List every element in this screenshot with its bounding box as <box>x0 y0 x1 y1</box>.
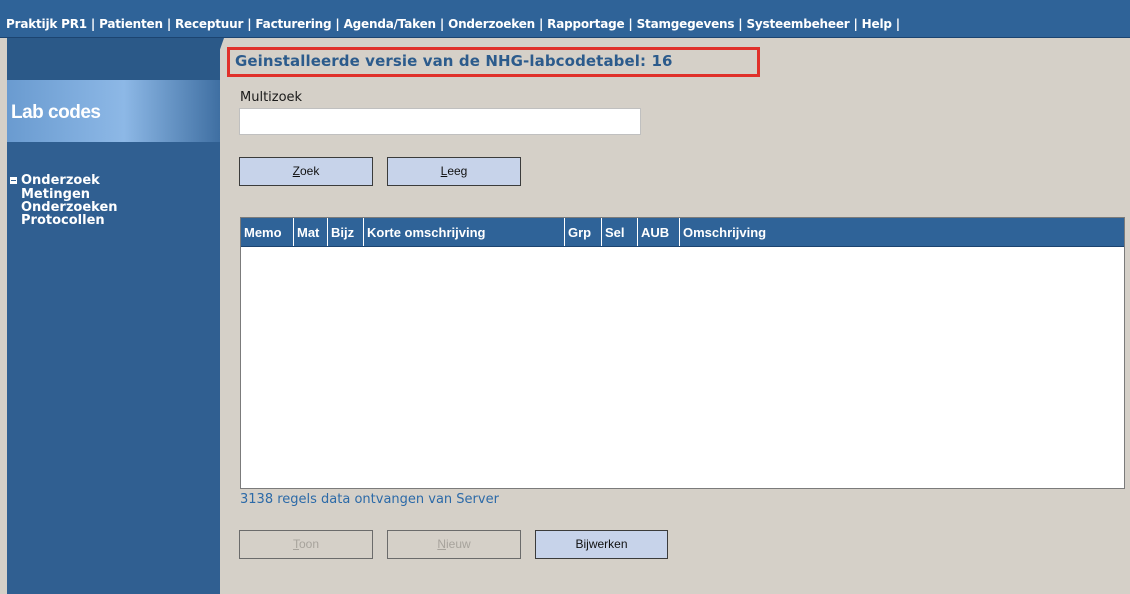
column-header-korte-omschrijving[interactable]: Korte omschrijving <box>364 218 565 246</box>
menu-onderzoeken[interactable]: Onderzoeken <box>448 17 535 31</box>
tree-root-label: Onderzoek <box>21 173 100 188</box>
menu-stamgegevens[interactable]: Stamgegevens <box>637 17 735 31</box>
menu-separator: | <box>895 17 900 31</box>
menu-rapportage[interactable]: Rapportage <box>547 17 624 31</box>
menu-separator: | <box>90 17 96 31</box>
zoek-label: oek <box>299 164 320 178</box>
menu-items: Praktijk PR1 | Patienten | Receptuur | Facture… <box>6 17 904 31</box>
menu-separator: | <box>628 17 633 31</box>
bijwerken-label: Bijwerken <box>575 537 628 551</box>
table-header: Memo Mat Bijz Korte omschrijving Grp Sel… <box>241 218 1124 247</box>
menu-praktijk[interactable]: Praktijk PR1 <box>6 17 87 31</box>
column-header-aub[interactable]: AUB <box>638 218 680 246</box>
sidebar-notch <box>210 38 224 78</box>
sidebar-title: Lab codes <box>11 102 101 123</box>
menu-separator: | <box>738 17 743 31</box>
menu-patienten[interactable]: Patienten <box>99 17 163 31</box>
toon-label: oon <box>298 537 320 551</box>
menu-help[interactable]: Help <box>862 17 892 31</box>
column-header-mat[interactable]: Mat <box>294 218 328 246</box>
menu-separator: | <box>335 17 340 31</box>
column-header-sel[interactable]: Sel <box>602 218 638 246</box>
bijwerken-button[interactable]: Bijwerken <box>535 530 668 559</box>
menu-separator: | <box>853 17 858 31</box>
zoek-button[interactable]: Zoek <box>239 157 373 186</box>
multizoek-input[interactable] <box>239 108 641 135</box>
menu-separator: | <box>247 17 252 31</box>
zoek-accel: Z <box>292 164 300 178</box>
leeg-label: eeg <box>447 164 468 178</box>
top-menu-bar: Praktijk PR1 | Patienten | Receptuur | Facture… <box>0 0 1130 38</box>
menu-facturering[interactable]: Facturering <box>255 17 331 31</box>
sidebar-top <box>7 38 220 80</box>
labcode-table[interactable]: Memo Mat Bijz Korte omschrijving Grp Sel… <box>240 217 1125 489</box>
menu-receptuur[interactable]: Receptuur <box>175 17 243 31</box>
collapse-icon[interactable] <box>10 177 17 184</box>
tree-root-onderzoek[interactable]: Onderzoek <box>10 173 118 188</box>
column-header-memo[interactable]: Memo <box>241 218 294 246</box>
menu-separator: | <box>166 17 172 31</box>
sidebar-title-band: Lab codes <box>7 80 220 142</box>
column-header-omschrijving[interactable]: Omschrijving <box>680 218 1124 246</box>
leeg-button[interactable]: Leeg <box>387 157 521 186</box>
menu-separator: | <box>439 17 445 31</box>
menu-agenda-taken[interactable]: Agenda/Taken <box>344 17 437 31</box>
menu-systeembeheer[interactable]: Systeembeheer <box>746 17 849 31</box>
sidebar: Lab codes Onderzoek Metingen Onderzoeken… <box>7 38 220 594</box>
menu-separator: | <box>538 17 544 31</box>
column-header-grp[interactable]: Grp <box>565 218 602 246</box>
column-header-bijz[interactable]: Bijz <box>328 218 364 246</box>
tree-item-protocollen[interactable]: Protocollen <box>10 214 118 227</box>
multizoek-label: Multizoek <box>240 90 303 105</box>
page-title: Geinstalleerde versie van de NHG-labcode… <box>235 52 673 70</box>
nieuw-accel: N <box>437 537 446 551</box>
sidebar-tree: Onderzoek Metingen Onderzoeken Protocoll… <box>10 173 118 227</box>
status-message: 3138 regels data ontvangen van Server <box>240 492 499 507</box>
nieuw-button[interactable]: Nieuw <box>387 530 521 559</box>
nieuw-label: ieuw <box>445 537 471 551</box>
toon-button[interactable]: Toon <box>239 530 373 559</box>
